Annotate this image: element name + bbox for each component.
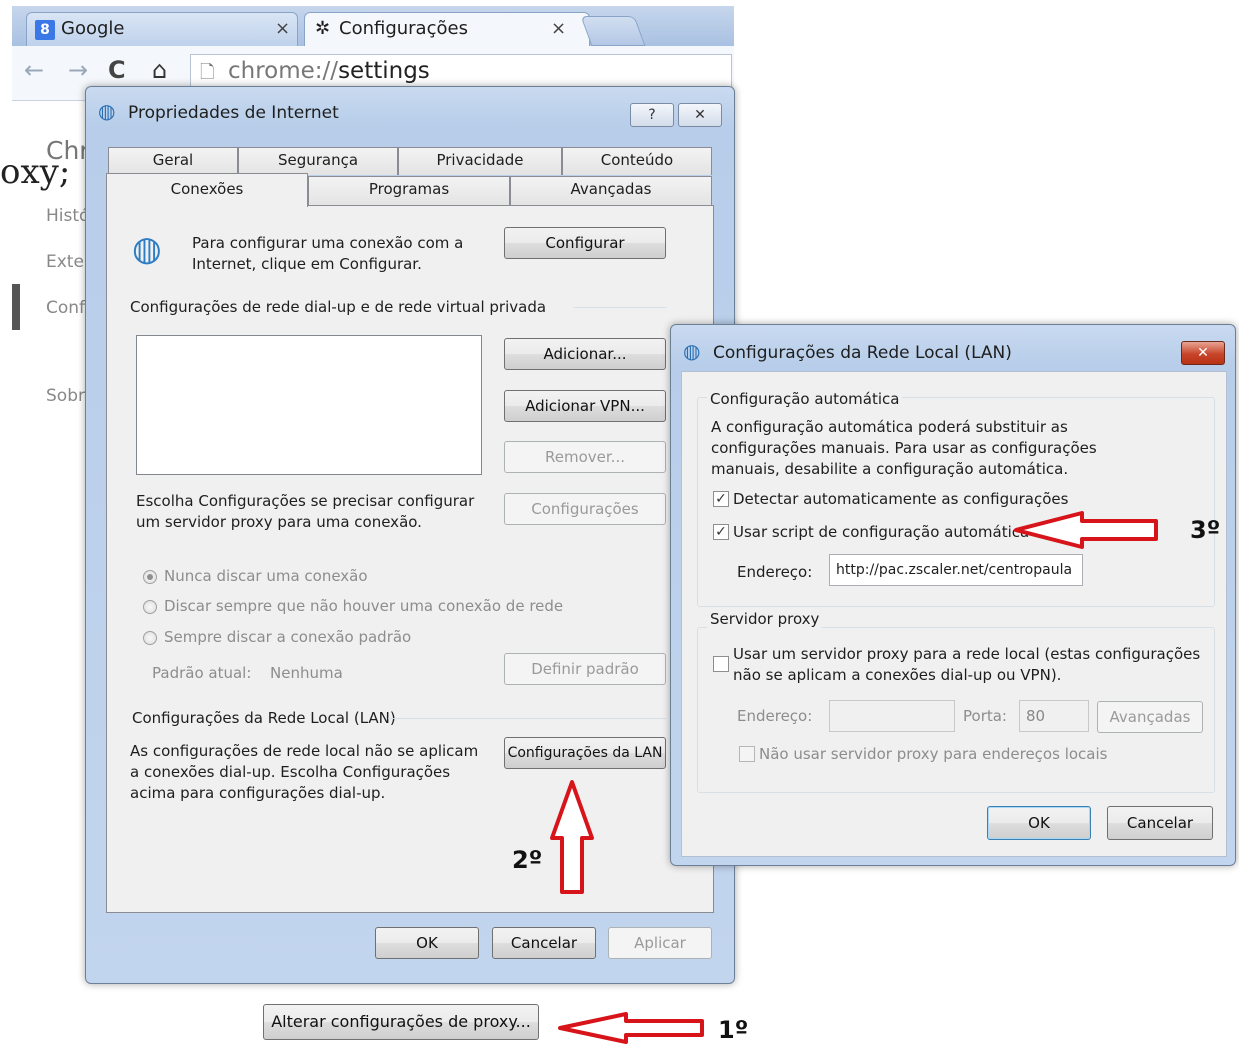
arrow-step1 [558, 1012, 704, 1044]
active-tab-joint [107, 203, 307, 208]
tab-conexoes[interactable]: Conexões [106, 173, 308, 207]
step1-label: 1º [718, 1016, 749, 1044]
annotation-layer [550, 511, 1158, 1044]
step2-label: 2º [512, 846, 543, 874]
arrow-step3 [1014, 511, 1158, 549]
step3-label: 3º [1190, 516, 1221, 544]
arrow-step2 [550, 780, 594, 894]
